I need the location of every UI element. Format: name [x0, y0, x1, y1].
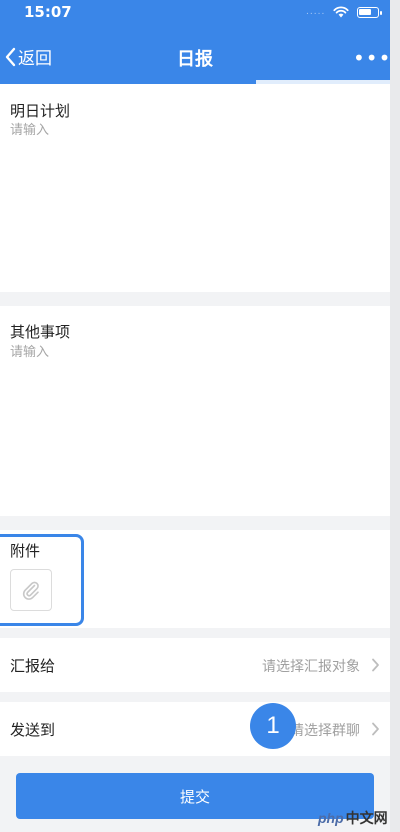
paperclip-icon — [22, 581, 39, 600]
status-time: 15:07 — [24, 3, 72, 21]
other-label: 其他事项 — [10, 323, 71, 341]
step-badge: 1 — [250, 703, 296, 749]
wifi-icon — [333, 6, 349, 18]
right-edge-strip — [390, 0, 400, 832]
plan-label: 明日计划 — [10, 102, 71, 120]
page-title: 日报 — [177, 49, 213, 70]
more-button[interactable]: ••• — [353, 46, 391, 70]
watermark-text: 中文网 — [345, 811, 388, 827]
add-attachment-button[interactable] — [10, 569, 52, 611]
report-to-value: 请选择汇报对象 — [262, 659, 360, 675]
watermark: php 中文网 — [318, 808, 388, 828]
other-card: 其他事项 — [0, 306, 390, 516]
header-bar: 15:07 ..... 返回 日报 ••• — [0, 0, 390, 84]
plan-card: 明日计划 — [0, 84, 390, 292]
chevron-right-icon — [372, 722, 379, 736]
battery-icon — [357, 6, 383, 18]
report-to-label: 汇报给 — [10, 657, 56, 675]
send-to-label: 发送到 — [10, 721, 56, 739]
watermark-logo: php — [318, 810, 344, 826]
status-icons: ..... — [306, 6, 383, 18]
other-input[interactable] — [10, 342, 370, 362]
send-to-row[interactable]: 发送到 请选择群聊 — [0, 702, 390, 756]
report-to-row[interactable]: 汇报给 请选择汇报对象 — [0, 638, 390, 692]
send-to-value: 请选择群聊 — [290, 723, 360, 739]
signal-icon: ..... — [306, 7, 326, 17]
chevron-right-icon — [372, 658, 379, 672]
plan-input[interactable] — [10, 120, 370, 140]
